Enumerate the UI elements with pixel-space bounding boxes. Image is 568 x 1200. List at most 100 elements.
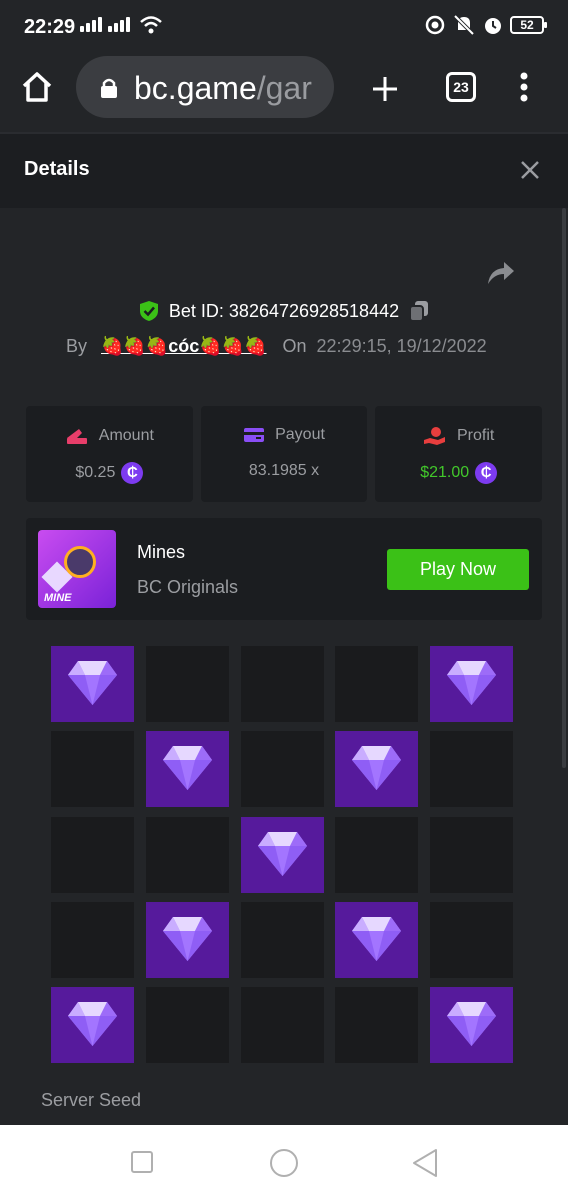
username-link[interactable]: 🍓🍓🍓cóc🍓🍓🍓 [101,336,267,357]
tile [240,731,324,808]
alarm-icon [485,18,501,34]
status-bar: 22:29 52 [0,0,568,56]
more-menu-icon[interactable] [514,72,534,104]
profit-icon [424,427,445,445]
copy-icon[interactable] [409,300,429,322]
verified-shield-icon [139,301,158,321]
profit-label: Profit [457,427,495,444]
gem-tile [145,731,229,808]
page-title: Details [24,158,90,180]
diamond-icon [350,914,403,969]
wifi-icon [140,16,162,34]
tile [335,816,419,893]
diamond-icon [445,658,498,713]
play-now-button[interactable]: Play Now [387,549,529,590]
server-seed-label: Server Seed [41,1090,142,1110]
scrollbar[interactable] [562,208,566,768]
tile [240,987,324,1063]
share-icon[interactable] [486,260,516,286]
bet-stats: Amount $0.25 ₵ Payout 83.1985 x Profit $… [26,406,543,502]
bet-id-value: 38264726928518442 [228,300,400,321]
gem-tile [430,987,513,1063]
tile [335,646,419,722]
bomb-icon [64,546,96,578]
gem-tile [335,901,419,978]
status-time: 22:29 [24,16,76,38]
diamond-icon [161,914,214,969]
game-card: MINE Mines BC Originals Play Now [26,518,542,620]
game-thumbnail[interactable]: MINE [38,530,116,608]
tile [51,901,134,978]
amount-card: Amount $0.25 ₵ [26,406,193,502]
amount-value-row: $0.25 ₵ [26,462,193,484]
bet-datetime: 22:29:15, 19/12/2022 [316,336,487,356]
tile [145,646,229,722]
system-nav-bar [0,1125,568,1200]
url-path: /gar [256,70,312,106]
diamond-icon [256,829,309,884]
payout-value: 83.1985 x [248,462,320,479]
payout-label-row: Payout [201,426,368,444]
tile [51,816,134,893]
url-text: bc.game/gar [134,70,312,107]
payout-icon [244,428,265,442]
details-header: Details [0,132,568,208]
gem-tile [51,987,134,1063]
on-label: On [282,336,307,356]
profit-label-row: Profit [375,426,542,446]
diamond-icon [445,999,498,1054]
gem-tile [51,646,134,722]
home-icon[interactable] [20,70,54,104]
coin-icon: ₵ [475,462,498,484]
new-tab-icon[interactable] [370,74,400,104]
tile [430,816,513,893]
tile [145,816,229,893]
gem-tile [430,646,513,722]
profit-value: $21.00 [420,464,470,481]
diamond-icon [66,658,119,713]
home-nav-icon[interactable] [268,1147,300,1179]
tile [240,646,324,722]
bet-id-text: Bet ID: 38264726928518442 [169,301,399,322]
payout-value-row: 83.1985 x [201,462,368,480]
bet-id-label: Bet ID: [168,300,224,321]
diamond-icon [66,999,119,1054]
battery-indicator: 52 [510,16,547,34]
mute-icon [453,14,475,36]
payout-label: Payout [275,426,325,443]
amount-value: $0.25 [75,464,116,481]
tile [335,987,419,1063]
amount-label-row: Amount [26,426,193,446]
url-bar[interactable]: bc.game/gar [76,56,334,118]
url-domain: bc.game [134,70,257,106]
amount-icon [66,429,87,444]
tile [145,987,229,1063]
thumbnail-label: MINE [44,592,72,604]
game-name[interactable]: Mines [137,542,185,563]
gem-tile [335,731,419,808]
tile [430,901,513,978]
tile [430,731,513,808]
recents-icon[interactable] [130,1150,154,1174]
bet-byline: By 🍓🍓🍓cóc🍓🍓🍓 On 22:29:15, 19/12/2022 [66,336,487,357]
gem-tile [145,901,229,978]
coin-icon: ₵ [121,462,144,484]
mines-board [51,646,513,1063]
lock-icon [101,78,117,98]
record-icon [425,15,445,35]
tabs-button[interactable]: 23 [446,72,476,102]
profit-value-row: $21.00 ₵ [375,462,542,484]
browser-toolbar: bc.game/gar 23 [0,56,568,132]
diamond-icon [350,743,403,798]
bet-id-line: Bet ID: 38264726928518442 [0,300,568,327]
tile [240,901,324,978]
profit-card: Profit $21.00 ₵ [375,406,543,502]
payout-card: Payout 83.1985 x [200,406,368,502]
close-icon[interactable] [518,158,542,182]
by-label: By [66,336,88,356]
tile [51,731,134,808]
diamond-icon [161,743,214,798]
back-icon[interactable] [410,1147,440,1179]
amount-label: Amount [98,427,154,444]
gem-tile [240,816,324,893]
